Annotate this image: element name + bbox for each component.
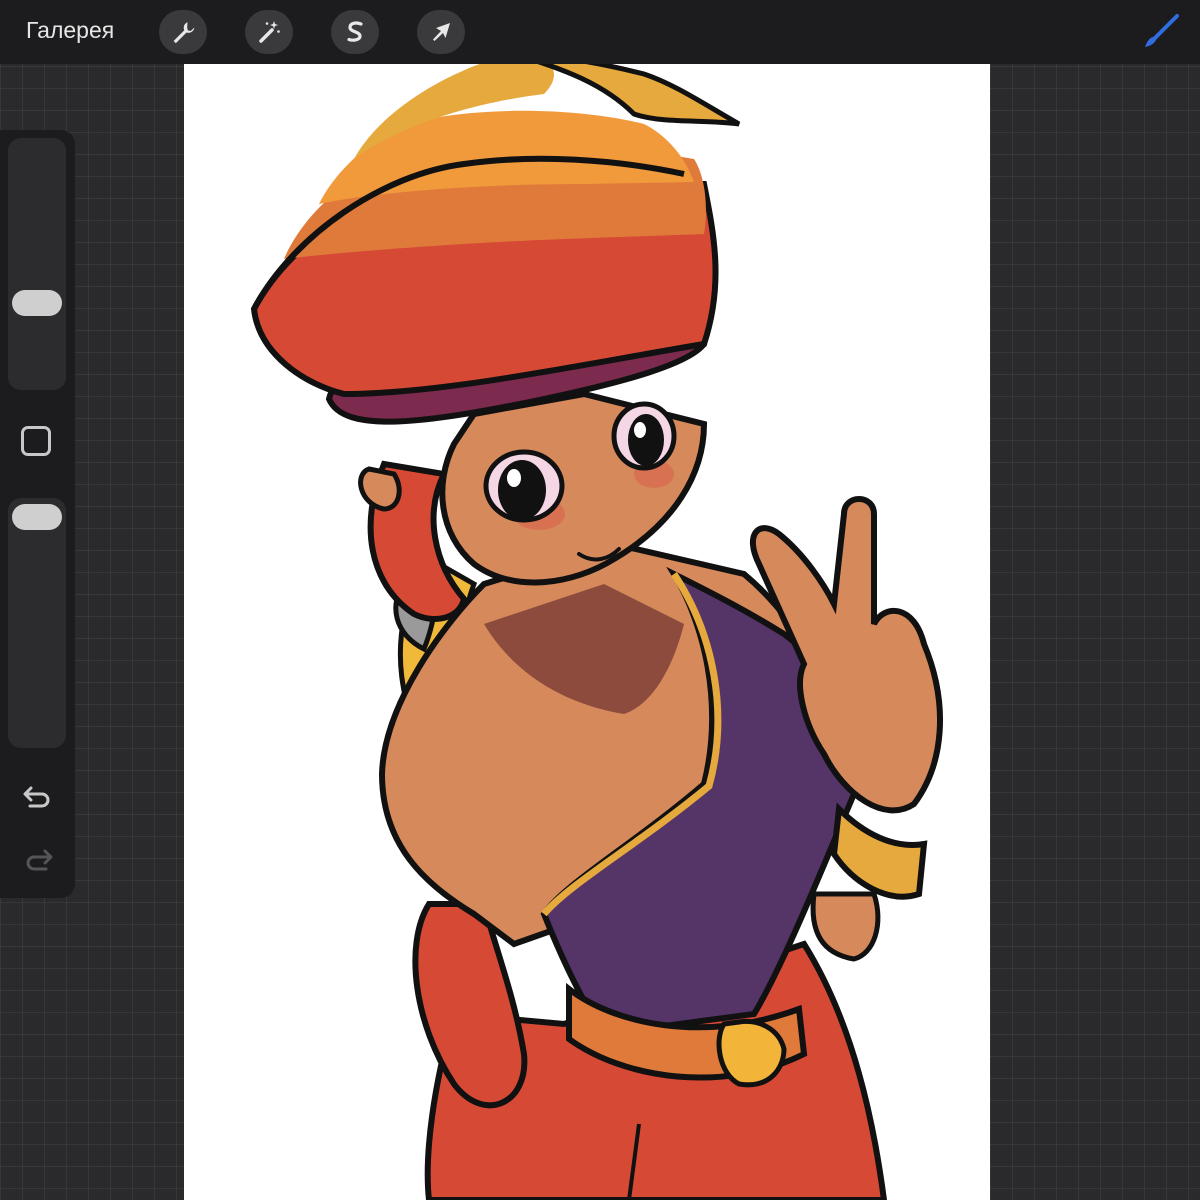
brush-size-thumb[interactable]: [12, 290, 62, 316]
undo-button[interactable]: [20, 782, 56, 812]
redo-button[interactable]: [20, 845, 56, 875]
selection-button[interactable]: [331, 10, 379, 54]
arrow-cursor-icon: [433, 23, 450, 41]
brush-opacity-slider[interactable]: [8, 498, 66, 748]
left-sidebar: [0, 130, 75, 898]
redo-icon: [26, 849, 53, 871]
top-toolbar: Галерея: [0, 0, 1200, 64]
brush-icon: [1145, 14, 1179, 47]
brush-button[interactable]: [1136, 6, 1186, 56]
transform-button[interactable]: [417, 10, 465, 54]
brush-opacity-thumb[interactable]: [12, 504, 62, 530]
selection-s-icon: [347, 21, 363, 42]
undo-icon: [23, 786, 50, 808]
character-illustration: [250, 64, 944, 1200]
magic-wand-icon: [259, 21, 280, 43]
brush-size-slider[interactable]: [8, 138, 66, 390]
drawing-canvas[interactable]: [184, 64, 990, 1200]
gallery-button[interactable]: Галерея: [26, 17, 114, 44]
adjustments-button[interactable]: [245, 10, 293, 54]
actions-button[interactable]: [159, 10, 207, 54]
wrench-icon: [173, 22, 195, 44]
modify-square-icon[interactable]: [21, 426, 51, 456]
